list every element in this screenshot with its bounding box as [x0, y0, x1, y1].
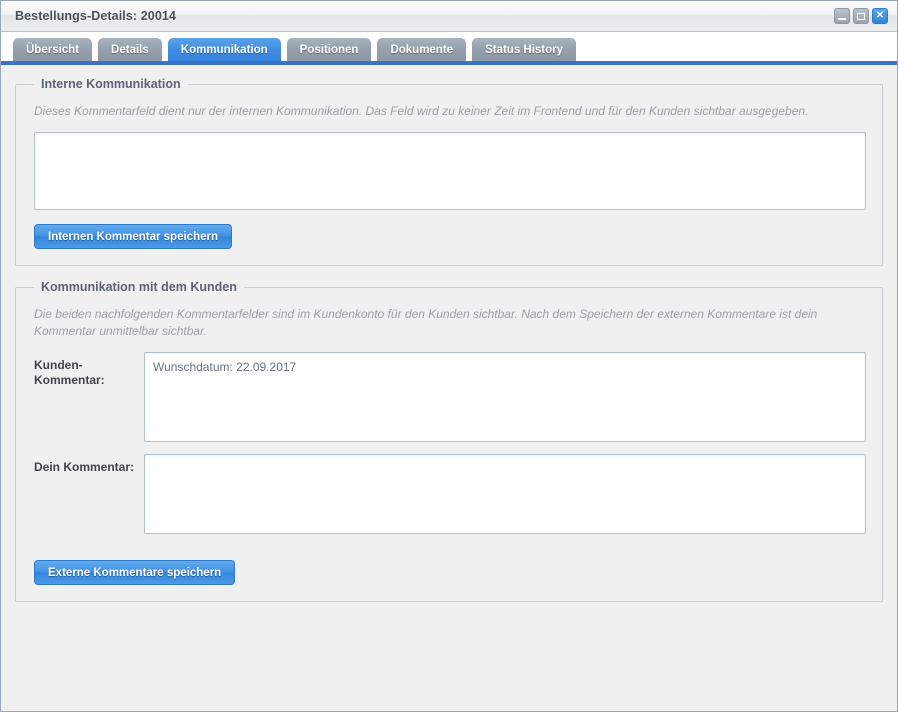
tab-details[interactable]: Details: [98, 38, 162, 61]
order-details-window: Bestellungs-Details: 20014 ✕ Übersicht D…: [0, 0, 898, 712]
customer-communication-hint: Die beiden nachfolgenden Kommentarfelder…: [34, 307, 818, 338]
minimize-icon: [838, 17, 846, 20]
tab-kommunikation[interactable]: Kommunikation: [167, 38, 281, 61]
window-controls: ✕: [834, 8, 892, 24]
customer-comment-textarea[interactable]: [144, 352, 866, 442]
save-external-comments-button[interactable]: Externe Kommentare speichern: [34, 560, 236, 585]
tab-bar: Übersicht Details Kommunikation Position…: [1, 38, 897, 61]
tab-dokumente[interactable]: Dokumente: [377, 38, 467, 61]
own-comment-textarea[interactable]: [144, 454, 866, 534]
minimize-button[interactable]: [834, 8, 850, 24]
close-button[interactable]: ✕: [872, 8, 888, 24]
close-icon: ✕: [875, 10, 885, 21]
tab-label: Positionen: [299, 43, 359, 56]
customer-comment-control: [144, 352, 866, 442]
tab-bar-container: Übersicht Details Kommunikation Position…: [1, 32, 897, 65]
tab-label: Details: [111, 43, 149, 56]
tab-label: Kommunikation: [180, 43, 268, 56]
tab-label: Status History: [485, 43, 564, 56]
own-comment-label: Dein Kommentar:: [34, 460, 135, 474]
customer-comment-label: Kunden-Kommentar:: [34, 358, 105, 387]
window-title: Bestellungs-Details: 20014: [15, 9, 176, 23]
tab-label: Dokumente: [390, 43, 454, 56]
maximize-icon: [857, 12, 865, 20]
internal-communication-panel: Interne Kommunikation Dieses Kommentarfe…: [15, 77, 883, 266]
own-comment-control: [144, 454, 866, 534]
tab-positionen[interactable]: Positionen: [286, 38, 372, 61]
own-comment-row: Dein Kommentar:: [34, 454, 866, 534]
window-titlebar: Bestellungs-Details: 20014 ✕: [1, 1, 897, 32]
customer-communication-legend: Kommunikation mit dem Kunden: [41, 280, 237, 294]
tab-underline-bar: [1, 61, 897, 65]
tab-uebersicht[interactable]: Übersicht: [13, 38, 93, 61]
internal-communication-legend: Interne Kommunikation: [41, 77, 181, 91]
internal-comment-textarea[interactable]: [34, 132, 866, 210]
customer-comment-row: Kunden-Kommentar:: [34, 352, 866, 442]
tab-label: Übersicht: [26, 43, 80, 56]
maximize-button[interactable]: [853, 8, 869, 24]
internal-communication-hint: Dieses Kommentarfeld dient nur der inter…: [34, 104, 809, 118]
tab-content-kommunikation: Interne Kommunikation Dieses Kommentarfe…: [1, 65, 897, 711]
tab-status-history[interactable]: Status History: [472, 38, 577, 61]
save-internal-comment-button[interactable]: Internen Kommentar speichern: [34, 224, 232, 249]
customer-communication-panel: Kommunikation mit dem Kunden Die beiden …: [15, 280, 883, 602]
